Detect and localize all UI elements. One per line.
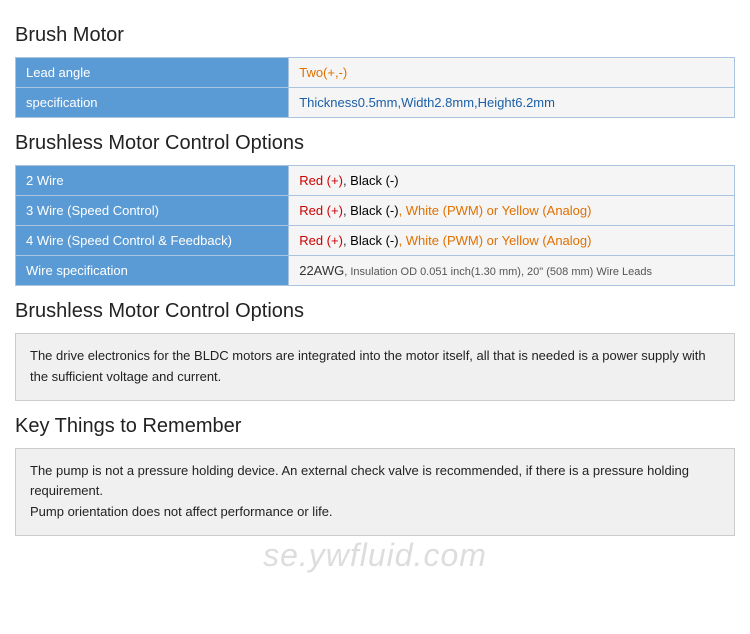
lead-angle-text: Two(+,-) (299, 65, 347, 80)
key-things-box: The pump is not a pressure holding devic… (15, 448, 735, 536)
brushless-motor-desc-box: The drive electronics for the BLDC motor… (15, 333, 735, 401)
wire-spec-awg: 22AWG (299, 263, 344, 278)
4wire-value: Red (+), Black (-), White (PWM) or Yello… (289, 226, 735, 256)
table-row: specification Thickness0.5mm,Width2.8mm,… (16, 88, 735, 118)
brushless-motor-control-title: Brushless Motor Control Options (15, 132, 735, 157)
brushless-motor-control-table: 2 Wire Red (+), Black (-) 3 Wire (Speed … (15, 165, 735, 286)
4wire-rest: , White (PWM) or Yellow (Analog) (399, 233, 592, 248)
2wire-label: 2 Wire (16, 166, 289, 196)
wire-spec-value: 22AWG, Insulation OD 0.051 inch(1.30 mm)… (289, 256, 735, 286)
brush-motor-table: Lead angle Two(+,-) specification Thickn… (15, 57, 735, 118)
4wire-red: Red (+) (299, 233, 343, 248)
4wire-black: Black (-) (350, 233, 398, 248)
specification-value: Thickness0.5mm,Width2.8mm,Height6.2mm (289, 88, 735, 118)
table-row: Lead angle Two(+,-) (16, 58, 735, 88)
brushless-motor-desc-title: Brushless Motor Control Options (15, 300, 735, 325)
table-row: 2 Wire Red (+), Black (-) (16, 166, 735, 196)
brush-motor-title: Brush Motor (15, 24, 735, 49)
2wire-value: Red (+), Black (-) (289, 166, 735, 196)
3wire-red: Red (+) (299, 203, 343, 218)
key-things-line2: Pump orientation does not affect perform… (30, 502, 720, 523)
3wire-label: 3 Wire (Speed Control) (16, 196, 289, 226)
key-things-line1: The pump is not a pressure holding devic… (30, 461, 720, 503)
brushless-motor-desc-text: The drive electronics for the BLDC motor… (30, 348, 706, 384)
3wire-value: Red (+), Black (-), White (PWM) or Yello… (289, 196, 735, 226)
key-things-title: Key Things to Remember (15, 415, 735, 440)
lead-angle-value: Two(+,-) (289, 58, 735, 88)
specification-text: Thickness0.5mm,Width2.8mm,Height6.2mm (299, 95, 555, 110)
watermark: se.ywfluid.com (263, 537, 487, 574)
2wire-black: Black (-) (350, 173, 398, 188)
table-row: 3 Wire (Speed Control) Red (+), Black (-… (16, 196, 735, 226)
specification-label: specification (16, 88, 289, 118)
wire-spec-detail: , Insulation OD 0.051 inch(1.30 mm), 20"… (344, 266, 652, 278)
4wire-label: 4 Wire (Speed Control & Feedback) (16, 226, 289, 256)
table-row: Wire specification 22AWG, Insulation OD … (16, 256, 735, 286)
wire-spec-label: Wire specification (16, 256, 289, 286)
2wire-red: Red (+) (299, 173, 343, 188)
3wire-black: Black (-) (350, 203, 398, 218)
lead-angle-label: Lead angle (16, 58, 289, 88)
table-row: 4 Wire (Speed Control & Feedback) Red (+… (16, 226, 735, 256)
3wire-rest: , White (PWM) or Yellow (Analog) (399, 203, 592, 218)
